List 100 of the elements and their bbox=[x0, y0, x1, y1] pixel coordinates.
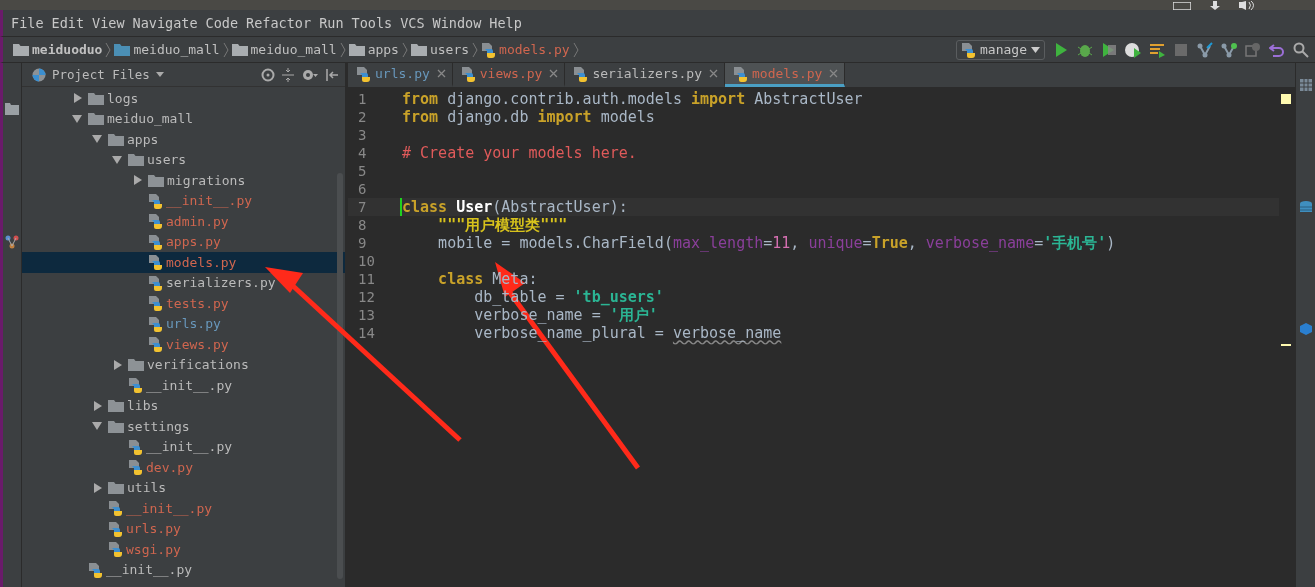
menu-item[interactable]: Navigate bbox=[132, 15, 203, 31]
caret-icon[interactable] bbox=[155, 72, 164, 77]
python-file-icon bbox=[148, 315, 163, 332]
keyboard-icon[interactable] bbox=[1173, 2, 1191, 10]
tree-row[interactable]: __init__.py bbox=[22, 559, 345, 580]
volume-icon[interactable] bbox=[1239, 1, 1255, 10]
menu-item[interactable]: File bbox=[11, 15, 49, 31]
python-file-icon bbox=[356, 65, 371, 82]
tree-item-label[interactable]: admin.py bbox=[166, 213, 229, 229]
tree-item-label[interactable]: __init__.py bbox=[146, 377, 233, 393]
vcs-commit-icon[interactable] bbox=[1221, 41, 1237, 58]
breadcrumb-item[interactable]: models.py bbox=[481, 41, 570, 58]
menu-item[interactable]: Refactor bbox=[246, 15, 317, 31]
breadcrumb-item[interactable]: apps bbox=[348, 42, 399, 57]
tree-item-label[interactable]: logs bbox=[107, 90, 139, 106]
revert-icon[interactable] bbox=[1269, 41, 1285, 58]
menu-item[interactable]: Help bbox=[489, 15, 527, 31]
tree-item-label[interactable]: models.py bbox=[166, 254, 237, 270]
breadcrumb-item[interactable]: users bbox=[410, 42, 470, 57]
caret-icon bbox=[1031, 46, 1040, 53]
collapse-icon[interactable] bbox=[281, 67, 295, 82]
tree-row[interactable]: utils bbox=[22, 477, 345, 498]
profile-icon[interactable] bbox=[1125, 41, 1141, 58]
menu-item[interactable]: View bbox=[92, 15, 130, 31]
tree-item-label[interactable]: __init__.py bbox=[146, 439, 233, 455]
tree-row[interactable]: urls.py bbox=[22, 518, 345, 539]
close-icon[interactable] bbox=[549, 69, 559, 78]
structure-icon[interactable] bbox=[5, 235, 19, 249]
grid-icon[interactable] bbox=[1299, 79, 1312, 91]
tree-item-label[interactable]: apps.py bbox=[166, 234, 221, 250]
tree-item-label[interactable]: settings bbox=[127, 418, 190, 434]
tree-row[interactable]: urls.py bbox=[22, 313, 345, 334]
tree-row[interactable]: apps bbox=[22, 129, 345, 150]
cube-icon[interactable] bbox=[1299, 323, 1312, 335]
tree-row[interactable]: settings bbox=[22, 416, 345, 437]
folder-icon bbox=[88, 91, 104, 105]
tree-row[interactable]: tests.py bbox=[22, 293, 345, 314]
run-icon[interactable] bbox=[1053, 41, 1069, 58]
tree-item-label[interactable]: users bbox=[147, 152, 187, 168]
tree-item-label[interactable]: utils bbox=[127, 480, 167, 496]
tree-row[interactable]: __init__.py bbox=[22, 190, 345, 211]
menu-item[interactable]: Run bbox=[319, 15, 349, 31]
menu-item[interactable]: Tools bbox=[351, 15, 398, 31]
tree-item-label[interactable]: __init__.py bbox=[166, 193, 253, 209]
python-file-icon bbox=[573, 65, 589, 82]
tree-row[interactable]: meiduo_mall bbox=[22, 108, 345, 129]
close-icon[interactable] bbox=[709, 69, 718, 78]
locate-icon[interactable] bbox=[261, 67, 275, 82]
folder-icon bbox=[108, 399, 124, 413]
tree-row[interactable]: users bbox=[22, 149, 345, 170]
tree-item-label[interactable]: urls.py bbox=[166, 316, 221, 332]
tree-row[interactable]: views.py bbox=[22, 334, 345, 355]
search-icon[interactable] bbox=[1293, 41, 1309, 58]
tree-item-label[interactable]: tests.py bbox=[166, 295, 229, 311]
database-icon[interactable] bbox=[1299, 201, 1312, 213]
concurrency-icon[interactable] bbox=[1149, 41, 1165, 58]
close-icon[interactable] bbox=[436, 69, 446, 78]
tree-row[interactable]: admin.py bbox=[22, 211, 345, 232]
menu-item[interactable]: Window bbox=[432, 15, 487, 31]
tree-row[interactable]: dev.py bbox=[22, 457, 345, 478]
vcs-update-icon[interactable] bbox=[1197, 41, 1213, 58]
hide-panel-icon[interactable] bbox=[325, 67, 339, 82]
tree-item-label[interactable]: serializers.py bbox=[166, 275, 276, 291]
tree-item-label[interactable]: urls.py bbox=[126, 521, 181, 537]
tree-item-label[interactable]: libs bbox=[127, 398, 159, 414]
menu-item[interactable]: VCS bbox=[400, 15, 430, 31]
warning-marker[interactable] bbox=[1281, 94, 1291, 104]
tree-row[interactable]: models.py bbox=[22, 252, 345, 273]
tree-item-label[interactable]: apps bbox=[127, 131, 159, 147]
tree-item-label[interactable]: verifications bbox=[147, 357, 249, 373]
tree-item-label[interactable]: __init__.py bbox=[126, 500, 213, 516]
tree-item-label[interactable]: __init__.py bbox=[106, 562, 193, 578]
coverage-icon[interactable] bbox=[1101, 41, 1117, 58]
python-file-icon bbox=[148, 254, 163, 271]
tree-row[interactable]: __init__.py bbox=[22, 375, 345, 396]
settings-icon[interactable] bbox=[301, 67, 319, 82]
tree-item-label[interactable]: dev.py bbox=[146, 459, 193, 475]
menu-item[interactable]: Code bbox=[205, 15, 244, 31]
tree-row[interactable]: __init__.py bbox=[22, 436, 345, 457]
tree-row[interactable]: verifications bbox=[22, 354, 345, 375]
network-icon[interactable] bbox=[1209, 1, 1221, 10]
scrollbar[interactable] bbox=[337, 173, 343, 579]
tree-row[interactable]: logs bbox=[22, 88, 345, 109]
menu-item[interactable]: Edit bbox=[51, 15, 90, 31]
tree-item-label[interactable]: views.py bbox=[166, 336, 229, 352]
tree-item-label[interactable]: meiduo_mall bbox=[107, 111, 194, 127]
folder-icon[interactable] bbox=[5, 103, 19, 115]
tree-row[interactable]: libs bbox=[22, 395, 345, 416]
tree-item-label[interactable]: migrations bbox=[167, 172, 246, 188]
breadcrumb-item[interactable]: meiduo_mall bbox=[114, 42, 220, 57]
panel-title[interactable]: Project Files bbox=[52, 67, 150, 82]
tree-row[interactable]: __init__.py bbox=[22, 498, 345, 519]
breadcrumb-item[interactable]: meiduo_mall bbox=[231, 42, 337, 57]
tree-row[interactable]: apps.py bbox=[22, 231, 345, 252]
tree-row[interactable]: wsgi.py bbox=[22, 539, 345, 560]
breadcrumb-item[interactable]: meiduoduo bbox=[13, 42, 103, 57]
tree-row[interactable]: migrations bbox=[22, 170, 345, 191]
tree-item-label[interactable]: wsgi.py bbox=[126, 541, 181, 557]
tree-row[interactable]: serializers.py bbox=[22, 272, 345, 293]
run-configuration-dropdown[interactable]: manage bbox=[956, 39, 1045, 60]
